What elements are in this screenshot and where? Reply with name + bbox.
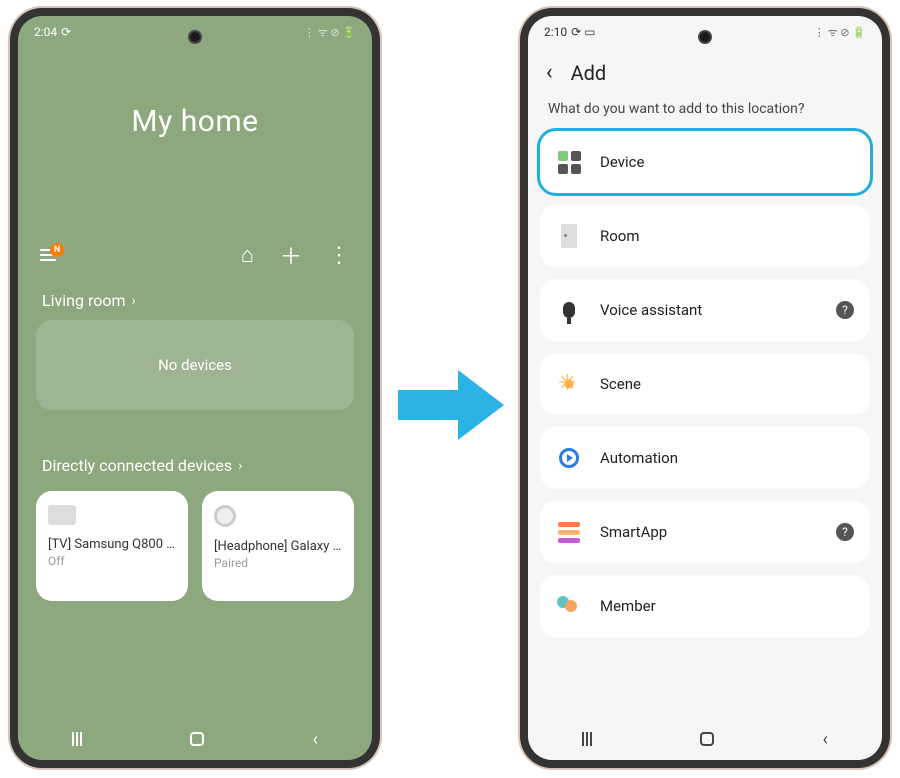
camera-cutout [698, 30, 712, 44]
camera-cutout [188, 30, 202, 44]
option-label: Automation [600, 449, 678, 467]
room-name: Living room [42, 291, 125, 310]
device-status: Paired [214, 556, 342, 570]
more-icon[interactable]: ⋮ [328, 243, 350, 268]
status-right-icons: ⋮ ᯤ ⊘ 🔋 [304, 25, 356, 40]
option-smartapp[interactable]: SmartApp ? [540, 501, 870, 563]
menu-badge: N [50, 243, 64, 257]
mic-icon [556, 297, 582, 323]
toolbar: N ⌂ ＋ ⋮ [18, 239, 372, 271]
nav-home[interactable] [190, 732, 204, 746]
device-status: Off [48, 554, 176, 568]
direct-devices-header[interactable]: Directly connected devices › [18, 436, 372, 485]
status-time: 2:10 [544, 25, 567, 39]
add-option-list: Device Room Voice assistant ? Scene Auto… [528, 131, 882, 637]
status-left-icons: ⟳ [61, 25, 71, 39]
device-row: [TV] Samsung Q800 … Off [Headphone] Gala… [18, 491, 372, 601]
option-label: Device [600, 153, 644, 171]
smartapp-icon [556, 519, 582, 545]
chevron-right-icon: › [238, 458, 242, 474]
nav-home[interactable] [700, 732, 714, 746]
chevron-right-icon: › [131, 293, 135, 309]
tv-icon [48, 505, 76, 525]
door-icon [556, 223, 582, 249]
option-room[interactable]: Room [540, 205, 870, 267]
headphone-icon [214, 505, 236, 527]
option-label: Room [600, 227, 640, 245]
add-title: Add [571, 61, 607, 85]
help-icon[interactable]: ? [836, 523, 854, 541]
nav-recents[interactable] [582, 732, 592, 746]
option-scene[interactable]: Scene [540, 353, 870, 415]
menu-button[interactable]: N [40, 249, 56, 261]
add-screen: 2:10 ⟳ ▭ ⋮ ᯤ ⊘ 🔋 ‹ Add What do you want … [528, 16, 882, 760]
status-time: 2:04 [34, 25, 57, 39]
nav-back[interactable]: ‹ [312, 729, 317, 750]
help-icon[interactable]: ? [836, 301, 854, 319]
option-label: Member [600, 597, 656, 615]
option-label: Scene [600, 375, 641, 393]
option-member[interactable]: Member [540, 575, 870, 637]
page-title: My home [18, 104, 372, 139]
device-card-tv[interactable]: [TV] Samsung Q800 … Off [36, 491, 188, 601]
add-prompt: What do you want to add to this location… [528, 93, 882, 131]
device-grid-icon [556, 149, 582, 175]
android-navbar: ‹ [528, 718, 882, 760]
direct-devices-label: Directly connected devices [42, 456, 232, 475]
no-devices-text: No devices [158, 356, 232, 374]
status-right-icons: ⋮ ᯤ ⊘ 🔋 [814, 25, 866, 40]
device-card-headphone[interactable]: [Headphone] Galaxy … Paired [202, 491, 354, 601]
nav-back[interactable]: ‹ [822, 729, 827, 750]
device-name: [TV] Samsung Q800 … [48, 537, 176, 552]
option-label: SmartApp [600, 523, 667, 541]
phone-frame-left: 2:04 ⟳ ⋮ ᯤ ⊘ 🔋 My home N ⌂ ＋ ⋮ Living ro… [10, 8, 380, 768]
home-icon[interactable]: ⌂ [241, 242, 254, 268]
option-automation[interactable]: Automation [540, 427, 870, 489]
nav-recents[interactable] [72, 732, 82, 746]
option-device[interactable]: Device [540, 131, 870, 193]
add-header: ‹ Add [528, 44, 882, 93]
option-voice-assistant[interactable]: Voice assistant ? [540, 279, 870, 341]
flow-arrow-icon [398, 370, 508, 440]
status-left-icons: ⟳ ▭ [571, 25, 595, 39]
device-name: [Headphone] Galaxy … [214, 539, 342, 554]
automation-icon [556, 445, 582, 471]
phone-frame-right: 2:10 ⟳ ▭ ⋮ ᯤ ⊘ 🔋 ‹ Add What do you want … [520, 8, 890, 768]
member-icon [556, 593, 582, 619]
room-section-header[interactable]: Living room › [18, 271, 372, 320]
option-label: Voice assistant [600, 301, 702, 319]
no-devices-card[interactable]: No devices [36, 320, 354, 410]
sun-icon [556, 371, 582, 397]
back-button[interactable]: ‹ [546, 60, 553, 85]
add-icon[interactable]: ＋ [280, 239, 302, 271]
home-screen: 2:04 ⟳ ⋮ ᯤ ⊘ 🔋 My home N ⌂ ＋ ⋮ Living ro… [18, 16, 372, 760]
android-navbar: ‹ [18, 718, 372, 760]
